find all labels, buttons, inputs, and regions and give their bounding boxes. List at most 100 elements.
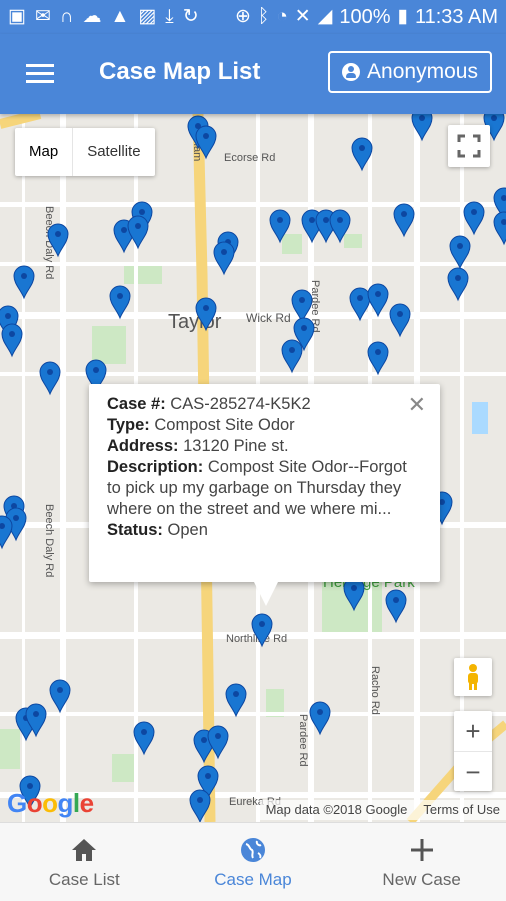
plus-icon bbox=[410, 839, 433, 861]
page-title: Case Map List bbox=[99, 58, 261, 85]
road-label: Pardee Rd bbox=[297, 714, 309, 767]
case-marker-dot bbox=[221, 249, 227, 255]
case-marker-dot bbox=[359, 145, 365, 151]
tab-case-map-label: Case Map bbox=[214, 870, 292, 889]
map-type-satellite-button[interactable]: Satellite bbox=[73, 128, 154, 176]
case-type-line: Type: Compost Site Odor bbox=[107, 415, 422, 436]
case-map[interactable]: Taylor Wick Rd Ecorse Rd Northline Rd Eu… bbox=[0, 114, 506, 822]
pegman-icon bbox=[468, 664, 478, 690]
map-type-map-button[interactable]: Map bbox=[15, 128, 74, 176]
case-marker-dot bbox=[141, 729, 147, 735]
tab-new-case[interactable]: New Case bbox=[337, 823, 506, 901]
map-attribution: Map data ©2018 Google Terms of Use bbox=[259, 800, 506, 820]
case-address-value: 13120 Pine st. bbox=[183, 437, 289, 455]
case-marker-dot bbox=[317, 709, 323, 715]
road-label: Ecorse Rd bbox=[224, 152, 275, 164]
clock: 11:33 AM bbox=[414, 6, 498, 28]
app-bar: Case Map List Anonymous bbox=[0, 34, 506, 114]
road-label: Racho Rd bbox=[369, 666, 381, 715]
case-marker-dot bbox=[393, 597, 399, 603]
hamburger-icon[interactable] bbox=[26, 64, 54, 84]
anonymous-user-button[interactable]: Anonymous bbox=[328, 51, 492, 93]
data-saver-icon: ⊕ bbox=[234, 6, 251, 27]
road bbox=[0, 262, 506, 266]
case-marker-dot bbox=[57, 687, 63, 693]
download-icon: ⤓ bbox=[165, 6, 174, 27]
case-type-label: Type: bbox=[107, 416, 150, 434]
park-area bbox=[112, 754, 136, 782]
case-number-label: Case #: bbox=[107, 395, 166, 413]
headset-icon: ∩ bbox=[59, 6, 74, 27]
case-description-line: Description: Compost Site Odor--Forgot t… bbox=[107, 457, 422, 520]
case-marker-dot bbox=[351, 585, 357, 591]
zoom-out-button[interactable]: − bbox=[454, 752, 492, 792]
tab-case-map[interactable]: Case Map bbox=[169, 823, 338, 901]
case-marker-dot bbox=[299, 297, 305, 303]
case-marker-dot bbox=[13, 515, 19, 521]
park-area bbox=[0, 729, 20, 769]
case-marker-dot bbox=[397, 311, 403, 317]
case-marker-dot bbox=[375, 349, 381, 355]
tab-case-list-label: Case List bbox=[48, 870, 120, 889]
water-area bbox=[472, 402, 488, 434]
status-bar: ▣ ✉ ∩ ☁ ▲ ▨ ⤓ ↻ ⊕ ᛒ ◔ ✕ ◢ 100% ▮ 11:33 A… bbox=[0, 0, 506, 34]
bluetooth-icon: ᛒ bbox=[257, 6, 270, 27]
terms-of-use-link[interactable]: Terms of Use bbox=[423, 800, 500, 820]
case-marker-dot bbox=[401, 211, 407, 217]
case-status-label: Status: bbox=[107, 521, 163, 539]
case-marker-dot bbox=[301, 325, 307, 331]
case-marker-dot bbox=[93, 367, 99, 373]
case-marker-dot bbox=[419, 115, 425, 121]
fullscreen-button[interactable] bbox=[448, 125, 490, 167]
case-marker-dot bbox=[357, 295, 363, 301]
case-marker-dot bbox=[135, 223, 141, 229]
case-marker-dot bbox=[491, 115, 497, 121]
case-info-window: ✕ Case #: CAS-285274-K5K2 Type: Compost … bbox=[89, 384, 440, 606]
case-marker-dot bbox=[203, 305, 209, 311]
google-logo: Google bbox=[7, 788, 94, 818]
case-type-value: Compost Site Odor bbox=[154, 416, 295, 434]
case-marker-dot bbox=[121, 227, 127, 233]
weather-icon: ☁ bbox=[82, 6, 102, 27]
case-marker-dot bbox=[197, 797, 203, 803]
close-icon[interactable]: ✕ bbox=[408, 392, 426, 418]
battery-percent: 100% bbox=[339, 6, 391, 28]
case-marker-dot bbox=[215, 733, 221, 739]
account-circle-icon bbox=[342, 63, 361, 81]
case-marker-dot bbox=[309, 217, 315, 223]
status-icons-left: ▣ ✉ ∩ ☁ ▲ ▨ ⤓ ↻ bbox=[8, 6, 199, 28]
mute-icon: ✕ bbox=[294, 6, 311, 27]
case-address-label: Address: bbox=[107, 437, 179, 455]
case-marker-dot bbox=[205, 773, 211, 779]
battery-icon: ▮ bbox=[397, 6, 408, 27]
case-marker-dot bbox=[55, 231, 61, 237]
street-view-button[interactable] bbox=[454, 658, 492, 696]
case-number-line: Case #: CAS-285274-K5K2 bbox=[107, 394, 422, 415]
case-marker-dot bbox=[233, 691, 239, 697]
case-marker-dot bbox=[201, 737, 207, 743]
road-label: Beech Daly Rd bbox=[43, 504, 55, 577]
globe-icon bbox=[240, 838, 265, 862]
case-marker-dot bbox=[289, 347, 295, 353]
case-status-line: Status: Open bbox=[107, 520, 422, 541]
warning-icon: ▲ bbox=[110, 6, 130, 27]
zoom-in-button[interactable]: + bbox=[454, 711, 492, 752]
case-marker-dot bbox=[375, 291, 381, 297]
case-marker-dot bbox=[203, 133, 209, 139]
bottom-tab-bar: Case List Case Map New Case bbox=[0, 822, 506, 901]
map-data-text: Map data ©2018 Google bbox=[265, 802, 408, 817]
case-marker-dot bbox=[455, 275, 461, 281]
park-area bbox=[344, 234, 362, 248]
road bbox=[0, 372, 506, 376]
signal-icon: ◢ bbox=[317, 6, 333, 27]
tab-case-list[interactable]: Case List bbox=[0, 823, 169, 901]
loop-icon: ↻ bbox=[182, 6, 199, 27]
case-marker-dot bbox=[117, 293, 123, 299]
case-marker-dot bbox=[471, 209, 477, 215]
road bbox=[0, 712, 506, 716]
case-status-value: Open bbox=[167, 521, 208, 539]
status-icons-right: ⊕ ᛒ ◔ ✕ ◢ 100% ▮ 11:33 AM bbox=[235, 6, 498, 28]
image-icon: ▨ bbox=[138, 6, 157, 27]
case-marker-dot bbox=[323, 217, 329, 223]
case-marker-dot bbox=[47, 369, 53, 375]
